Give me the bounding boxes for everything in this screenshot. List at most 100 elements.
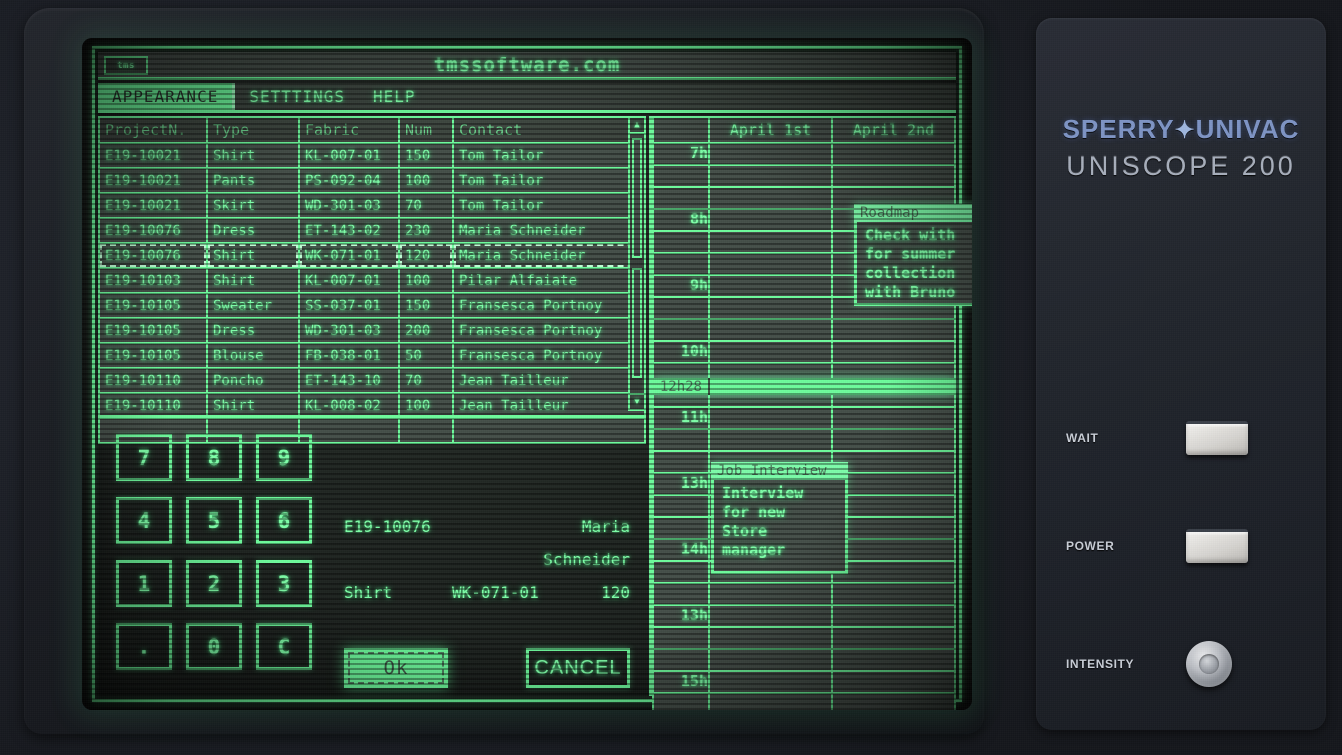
calendar-cell[interactable] xyxy=(831,406,956,430)
keypad-key-7[interactable]: 7 xyxy=(116,434,172,481)
calendar-cell[interactable] xyxy=(708,142,833,166)
keypad-key-8[interactable]: 8 xyxy=(186,434,242,481)
scrollbar-thumb-upper[interactable] xyxy=(632,138,642,258)
table-row[interactable]: E19-10105 Sweater SS-037-01 150 Fransesca Po… xyxy=(98,292,646,319)
column-header-fabric[interactable]: Fabric xyxy=(298,116,400,144)
ok-button[interactable]: Ok xyxy=(344,648,448,688)
calendar-cell[interactable] xyxy=(708,582,833,606)
calendar-cell[interactable] xyxy=(831,516,956,540)
calendar-header-row: April 1st April 2nd xyxy=(652,116,956,144)
calendar-hour-label: 15h xyxy=(652,670,710,694)
calendar-cell[interactable] xyxy=(831,560,956,584)
calendar-day-1[interactable]: April 1st xyxy=(708,116,833,144)
keypad-key-3[interactable]: 3 xyxy=(256,560,312,607)
cell-contact: Tom Tailor xyxy=(452,192,646,219)
calendar-event-roadmap[interactable]: Roadmap Check with for summer collection wi… xyxy=(854,204,972,306)
keypad-key-dot[interactable]: . xyxy=(116,623,172,670)
calendar-cell[interactable] xyxy=(708,318,833,342)
calendar-cell[interactable] xyxy=(831,450,956,474)
scrollbar-thumb-lower[interactable] xyxy=(632,268,642,378)
detail-fabric: WK-071-01 xyxy=(452,583,539,602)
event-body-line: Interview xyxy=(722,484,804,502)
power-button[interactable] xyxy=(1186,529,1248,563)
crt-screen: tms tmssoftware.com APPEARANCE SETTTINGS… xyxy=(82,38,972,710)
calendar-day-2[interactable]: April 2nd xyxy=(831,116,956,144)
menu-item-setttings[interactable]: SETTTINGS xyxy=(235,83,359,110)
keypad-key-c[interactable]: C xyxy=(256,623,312,670)
keypad-key-9[interactable]: 9 xyxy=(256,434,312,481)
scroll-down-icon[interactable]: ▼ xyxy=(630,393,644,409)
calendar-cell[interactable] xyxy=(831,692,956,710)
calendar-cell[interactable] xyxy=(831,472,956,496)
calendar-cell[interactable] xyxy=(831,626,956,650)
calendar-cell[interactable] xyxy=(831,494,956,518)
keypad-key-2[interactable]: 2 xyxy=(186,560,242,607)
calendar-cell[interactable] xyxy=(831,538,956,562)
calendar-hour-spacer xyxy=(652,560,710,584)
calendar-slot-row: 10h xyxy=(652,340,956,364)
keypad-key-4[interactable]: 4 xyxy=(116,497,172,544)
table-row[interactable]: E19-10110 Poncho ET-143-10 70 Jean Tailleur xyxy=(98,367,646,394)
cell-fabric: KL-007-01 xyxy=(298,267,400,294)
calendar-cell[interactable] xyxy=(831,142,956,166)
calendar-cell[interactable] xyxy=(708,406,833,430)
calendar-cell[interactable] xyxy=(831,318,956,342)
calendar-hour-spacer xyxy=(652,428,710,452)
calendar-cell[interactable] xyxy=(708,274,833,298)
detail-project: E19-10076 xyxy=(344,517,431,536)
calendar-cell[interactable] xyxy=(708,648,833,672)
calendar-cell[interactable] xyxy=(708,252,833,276)
column-header-num[interactable]: Num xyxy=(398,116,454,144)
calendar-cell[interactable] xyxy=(831,340,956,364)
table-row[interactable]: E19-10021 Shirt KL-007-01 150 Tom Tailor xyxy=(98,142,646,169)
calendar-cell[interactable] xyxy=(708,604,833,628)
brand-sperry-univac: SPERRY✦UNIVAC xyxy=(1036,114,1326,145)
keypad-key-0[interactable]: 0 xyxy=(186,623,242,670)
calendar-hour-spacer xyxy=(652,252,710,276)
table-row[interactable]: E19-10103 Shirt KL-007-01 100 Pilar Alfaiate xyxy=(98,267,646,294)
calendar-cell[interactable] xyxy=(831,670,956,694)
calendar-cell[interactable] xyxy=(708,340,833,364)
app-window: tms tmssoftware.com APPEARANCE SETTTINGS… xyxy=(92,46,972,710)
table-scrollbar[interactable]: ▲ ▼ xyxy=(628,116,646,411)
cancel-button[interactable]: CANCEL xyxy=(526,648,630,688)
calendar-cell[interactable] xyxy=(708,692,833,710)
calendar-cell[interactable] xyxy=(708,296,833,320)
table-row[interactable]: E19-10076 Shirt WK-071-01 120 Maria Schneide… xyxy=(98,242,646,269)
keypad-key-1[interactable]: 1 xyxy=(116,560,172,607)
calendar-cell[interactable] xyxy=(831,648,956,672)
table-row[interactable]: E19-10021 Skirt WD-301-03 70 Tom Tailor xyxy=(98,192,646,219)
menu-item-appearance[interactable]: APPEARANCE xyxy=(98,83,236,110)
calendar-cell[interactable] xyxy=(708,670,833,694)
menu-item-help[interactable]: HELP xyxy=(359,83,430,110)
calendar-cell[interactable] xyxy=(708,230,833,254)
column-header-project[interactable]: ProjectN. xyxy=(98,116,208,144)
calendar-cell[interactable] xyxy=(708,186,833,210)
calendar-cell[interactable] xyxy=(708,626,833,650)
column-header-type[interactable]: Type xyxy=(206,116,300,144)
calendar-cell[interactable] xyxy=(831,164,956,188)
wait-button[interactable] xyxy=(1186,421,1248,455)
cell-project: E19-10076 xyxy=(98,242,208,269)
calendar-event-job-interview[interactable]: Job Interview Interview for new Store mana… xyxy=(711,462,848,574)
calendar-cell[interactable] xyxy=(708,428,833,452)
table-row[interactable]: E19-10021 Pants PS-092-04 100 Tom Tailor xyxy=(98,167,646,194)
table-row[interactable]: E19-10076 Dress ET-143-02 230 Maria Schneide… xyxy=(98,217,646,244)
cell-type: Blouse xyxy=(206,342,300,369)
table-row[interactable]: E19-10105 Blouse FB-038-01 50 Fransesca Port… xyxy=(98,342,646,369)
intensity-knob[interactable] xyxy=(1186,641,1232,687)
page-title: tmssoftware.com xyxy=(433,53,621,76)
cell-type: Skirt xyxy=(206,192,300,219)
column-header-contact[interactable]: Contact xyxy=(452,116,646,144)
scroll-up-icon[interactable]: ▲ xyxy=(630,118,644,134)
calendar-cell[interactable] xyxy=(831,604,956,628)
calendar-slot-row xyxy=(652,582,956,606)
table-row[interactable]: E19-10105 Dress WD-301-03 200 Fransesca Port… xyxy=(98,317,646,344)
calendar-cell[interactable] xyxy=(708,208,833,232)
calendar-cell[interactable] xyxy=(708,164,833,188)
calendar-cell[interactable] xyxy=(831,582,956,606)
calendar-cell[interactable] xyxy=(831,428,956,452)
cell-project: E19-10076 xyxy=(98,217,208,244)
keypad-key-5[interactable]: 5 xyxy=(186,497,242,544)
keypad-key-6[interactable]: 6 xyxy=(256,497,312,544)
